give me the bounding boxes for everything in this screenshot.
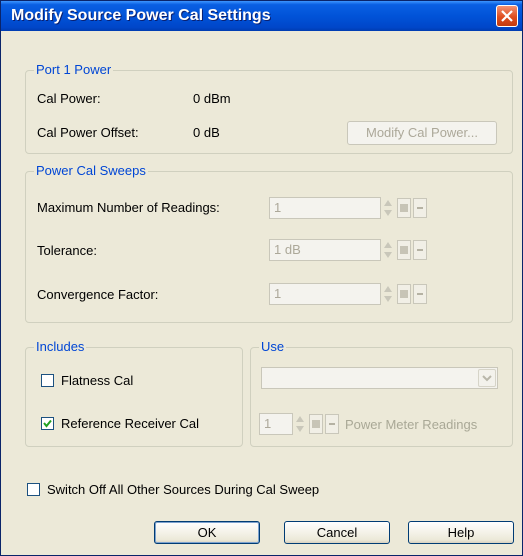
flatness-cal-checkbox[interactable]: [41, 374, 54, 387]
keypad-icon: [312, 420, 320, 428]
convergence-factor-label: Convergence Factor:: [37, 287, 159, 302]
max-readings-spinner[interactable]: [383, 197, 393, 219]
keypad-icon: [400, 246, 408, 254]
minus-icon: [329, 423, 335, 425]
spin-arrows-icon: [383, 239, 393, 261]
reference-receiver-cal-label[interactable]: Reference Receiver Cal: [61, 416, 199, 432]
convergence-factor-keypad-button[interactable]: [397, 284, 411, 304]
convergence-factor-field[interactable]: 1: [269, 283, 381, 305]
cal-power-offset-value: 0 dB: [193, 125, 220, 140]
max-readings-label: Maximum Number of Readings:: [37, 200, 220, 215]
power-meter-readings-minus-button[interactable]: [325, 414, 339, 434]
tolerance-keypad-button[interactable]: [397, 240, 411, 260]
spin-arrows-icon: [295, 413, 305, 435]
tolerance-spinner[interactable]: [383, 239, 393, 261]
reference-receiver-cal-checkbox[interactable]: [41, 417, 54, 430]
power-meter-readings-field[interactable]: 1: [259, 413, 293, 435]
window-title: Modify Source Power Cal Settings: [11, 7, 271, 24]
minus-icon: [417, 249, 423, 251]
port1-power-legend: Port 1 Power: [34, 62, 114, 78]
minus-icon: [417, 293, 423, 295]
keypad-icon: [400, 204, 408, 212]
includes-group: Includes: [25, 339, 243, 447]
close-button[interactable]: [496, 5, 518, 27]
tolerance-label: Tolerance:: [37, 243, 97, 258]
minus-icon: [417, 207, 423, 209]
use-legend: Use: [259, 339, 287, 355]
convergence-factor-minus-button[interactable]: [413, 284, 427, 304]
power-meter-readings-label: Power Meter Readings: [345, 417, 478, 432]
spin-arrows-icon: [383, 283, 393, 305]
cal-power-label: Cal Power:: [37, 91, 101, 106]
switch-off-sources-label[interactable]: Switch Off All Other Sources During Cal …: [47, 482, 319, 498]
help-button[interactable]: Help: [408, 521, 514, 544]
power-meter-readings-spinner[interactable]: [295, 413, 305, 435]
includes-legend: Includes: [34, 339, 87, 355]
cal-power-value: 0 dBm: [193, 91, 231, 106]
flatness-cal-label[interactable]: Flatness Cal: [61, 373, 133, 389]
switch-off-sources-checkbox[interactable]: [27, 483, 40, 496]
max-readings-field[interactable]: 1: [269, 197, 381, 219]
power-meter-readings-keypad-button[interactable]: [309, 414, 323, 434]
max-readings-minus-button[interactable]: [413, 198, 427, 218]
cancel-button[interactable]: Cancel: [284, 521, 390, 544]
tolerance-field[interactable]: 1 dB: [269, 239, 381, 261]
dialog-window: Modify Source Power Cal Settings Port 1 …: [0, 0, 523, 556]
ok-button[interactable]: OK: [154, 521, 260, 544]
tolerance-minus-button[interactable]: [413, 240, 427, 260]
spin-arrows-icon: [383, 197, 393, 219]
use-combobox[interactable]: [261, 367, 498, 389]
modify-cal-power-button[interactable]: Modify Cal Power...: [347, 121, 497, 145]
title-bar[interactable]: Modify Source Power Cal Settings: [1, 1, 522, 31]
convergence-factor-spinner[interactable]: [383, 283, 393, 305]
power-cal-sweeps-legend: Power Cal Sweeps: [34, 163, 148, 179]
chevron-down-icon: [479, 374, 495, 389]
keypad-icon: [400, 290, 408, 298]
max-readings-keypad-button[interactable]: [397, 198, 411, 218]
cal-power-offset-label: Cal Power Offset:: [37, 125, 139, 140]
dropdown-button[interactable]: [478, 369, 496, 387]
